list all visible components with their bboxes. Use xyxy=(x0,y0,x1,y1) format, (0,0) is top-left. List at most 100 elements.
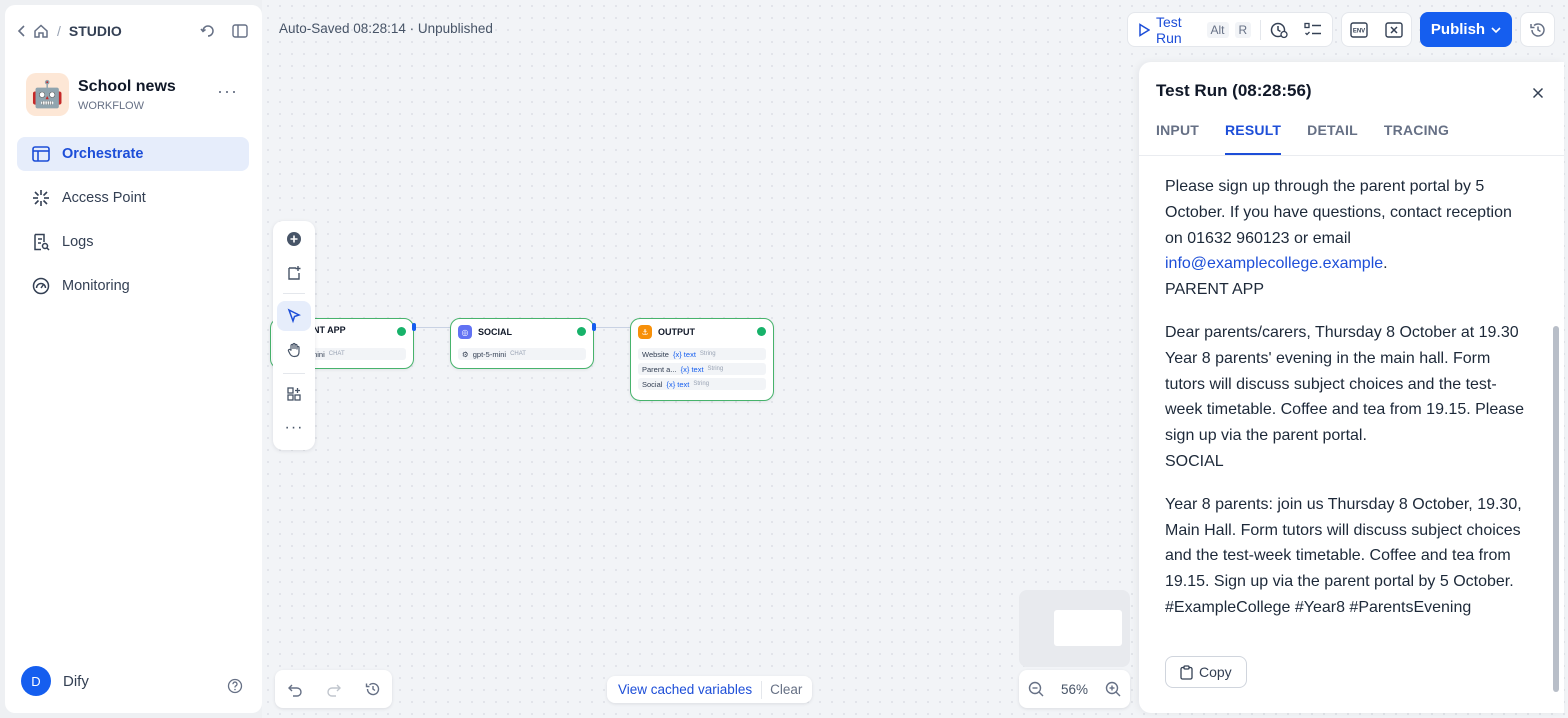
app-type: WORKFLOW xyxy=(78,99,144,112)
plus-circle-icon xyxy=(287,232,301,246)
divider xyxy=(283,293,305,294)
collapse-sidebar-icon[interactable] xyxy=(232,23,248,39)
publish-button[interactable]: Publish xyxy=(1420,12,1512,47)
conversation-variables-icon[interactable] xyxy=(1385,21,1403,38)
app-avatar: 🤖 xyxy=(26,73,69,116)
panel-tabs: INPUT RESULT DETAIL TRACING xyxy=(1156,122,1449,155)
breadcrumb: / STUDIO xyxy=(17,23,122,39)
sparkle-icon xyxy=(32,189,50,207)
result-text: Year 8 parents: join us Thursday 8 Octob… xyxy=(1165,495,1522,616)
svg-text:ENV: ENV xyxy=(1353,28,1365,34)
test-run-panel: Test Run (08:28:56) INPUT RESULT DETAIL … xyxy=(1139,62,1564,713)
success-check-icon xyxy=(397,327,406,336)
checklist-icon[interactable] xyxy=(1304,22,1322,38)
sticky-note-icon xyxy=(288,266,301,280)
zoom-controls: 56% xyxy=(1019,670,1130,708)
llm-icon: ◎ xyxy=(458,325,472,339)
view-cached-variables-button[interactable]: View cached variables xyxy=(609,682,761,697)
sidebar-item-orchestrate[interactable]: Orchestrate xyxy=(17,137,249,171)
back-chevron-icon[interactable] xyxy=(17,24,27,38)
minimap-viewport[interactable] xyxy=(1054,610,1122,646)
node-title: OUTPUT xyxy=(658,327,695,337)
tab-tracing[interactable]: TRACING xyxy=(1384,122,1449,155)
play-icon[interactable] xyxy=(1138,22,1150,37)
edge-2 xyxy=(593,327,631,328)
run-history-icon[interactable] xyxy=(1270,21,1288,39)
change-history-icon[interactable] xyxy=(365,681,381,697)
sidebar-item-label: Monitoring xyxy=(62,278,130,294)
zoom-level[interactable]: 56% xyxy=(1061,682,1088,697)
result-content: Please sign up through the parent portal… xyxy=(1165,174,1533,638)
sidebar-item-logs[interactable]: Logs xyxy=(17,225,249,259)
app-card[interactable]: 🤖 School news WORKFLOW ··· xyxy=(26,73,246,116)
result-paragraph: Year 8 parents: join us Thursday 8 Octob… xyxy=(1165,492,1533,621)
switch-app-icon[interactable] xyxy=(200,23,216,39)
copy-button[interactable]: Copy xyxy=(1165,656,1247,688)
node-port[interactable] xyxy=(592,323,596,331)
version-history-button[interactable] xyxy=(1520,12,1555,47)
output-var: {x} text xyxy=(666,379,690,389)
output-row: Parent a... {x} text String xyxy=(638,363,766,375)
home-icon[interactable] xyxy=(33,23,49,39)
test-run-button[interactable]: Test Run xyxy=(1156,14,1201,46)
node-model-row: ⚙ gpt-5-mini CHAT xyxy=(458,348,586,360)
tab-underline xyxy=(1139,155,1564,156)
sidebar-nav: Orchestrate Access Point Logs Monitoring xyxy=(17,137,249,313)
breadcrumb-studio[interactable]: STUDIO xyxy=(69,23,122,39)
history-controls xyxy=(275,670,392,708)
tab-result[interactable]: RESULT xyxy=(1225,122,1282,155)
redo-icon[interactable] xyxy=(326,681,342,697)
section-heading: PARENT APP xyxy=(1165,281,1264,299)
zoom-out-icon[interactable] xyxy=(1028,681,1044,697)
node-model-row: mini CHAT xyxy=(307,348,406,360)
close-icon[interactable] xyxy=(1532,83,1544,104)
user-account[interactable]: D Dify xyxy=(21,666,89,696)
file-list-icon xyxy=(32,233,50,251)
node-header: ⚓ OUTPUT xyxy=(638,325,695,339)
sidebar-item-access-point[interactable]: Access Point xyxy=(17,181,249,215)
autosave-status: Auto-Saved 08:28:14 · Unpublished xyxy=(279,21,493,36)
divider xyxy=(1260,19,1261,40)
output-type: String xyxy=(707,366,724,372)
copy-label: Copy xyxy=(1199,664,1232,680)
undo-icon[interactable] xyxy=(287,681,303,697)
node-output[interactable]: ⚓ OUTPUT Website {x} text String Parent … xyxy=(630,318,774,401)
organize-blocks-button[interactable] xyxy=(277,379,311,409)
gauge-icon xyxy=(32,277,50,295)
minimap[interactable] xyxy=(1019,590,1130,667)
more-tools-button[interactable]: ··· xyxy=(277,413,311,443)
test-run-group: Test Run Alt R xyxy=(1127,12,1333,47)
sidebar-item-label: Orchestrate xyxy=(62,146,144,162)
output-name: Website xyxy=(642,349,669,359)
env-variables-icon[interactable]: ENV xyxy=(1350,21,1368,38)
output-var: {x} text xyxy=(680,364,704,374)
publish-label: Publish xyxy=(1430,21,1486,38)
tab-detail[interactable]: DETAIL xyxy=(1307,122,1358,155)
zoom-in-icon[interactable] xyxy=(1105,681,1121,697)
node-port[interactable] xyxy=(412,323,416,331)
add-node-button[interactable] xyxy=(277,224,311,254)
help-icon[interactable] xyxy=(227,678,243,699)
more-icon: ··· xyxy=(284,419,304,436)
scrollbar-thumb[interactable] xyxy=(1553,326,1559,692)
clear-button[interactable]: Clear xyxy=(762,682,810,697)
more-options-icon[interactable]: ··· xyxy=(217,81,238,102)
email-link[interactable]: info@examplecollege.example xyxy=(1165,255,1383,272)
model-name: gpt-5-mini xyxy=(472,349,507,359)
tab-input[interactable]: INPUT xyxy=(1156,122,1199,155)
sidebar-top-actions xyxy=(200,23,248,39)
pointer-mode-button[interactable] xyxy=(277,301,311,331)
hand-mode-button[interactable] xyxy=(277,335,311,365)
model-tag: CHAT xyxy=(328,351,345,357)
result-text: Dear parents/carers, Thursday 8 October … xyxy=(1165,323,1525,445)
success-check-icon xyxy=(757,327,766,336)
history-icon xyxy=(1529,21,1547,39)
output-name: Parent a... xyxy=(642,364,677,374)
sidebar-item-monitoring[interactable]: Monitoring xyxy=(17,269,249,303)
shortcut-r: R xyxy=(1234,21,1252,38)
clipboard-icon xyxy=(1180,664,1193,680)
layout-icon xyxy=(32,146,50,162)
node-social[interactable]: ◎ SOCIAL ⚙ gpt-5-mini CHAT xyxy=(450,318,594,369)
end-icon: ⚓ xyxy=(638,325,652,339)
add-note-button[interactable] xyxy=(277,258,311,288)
